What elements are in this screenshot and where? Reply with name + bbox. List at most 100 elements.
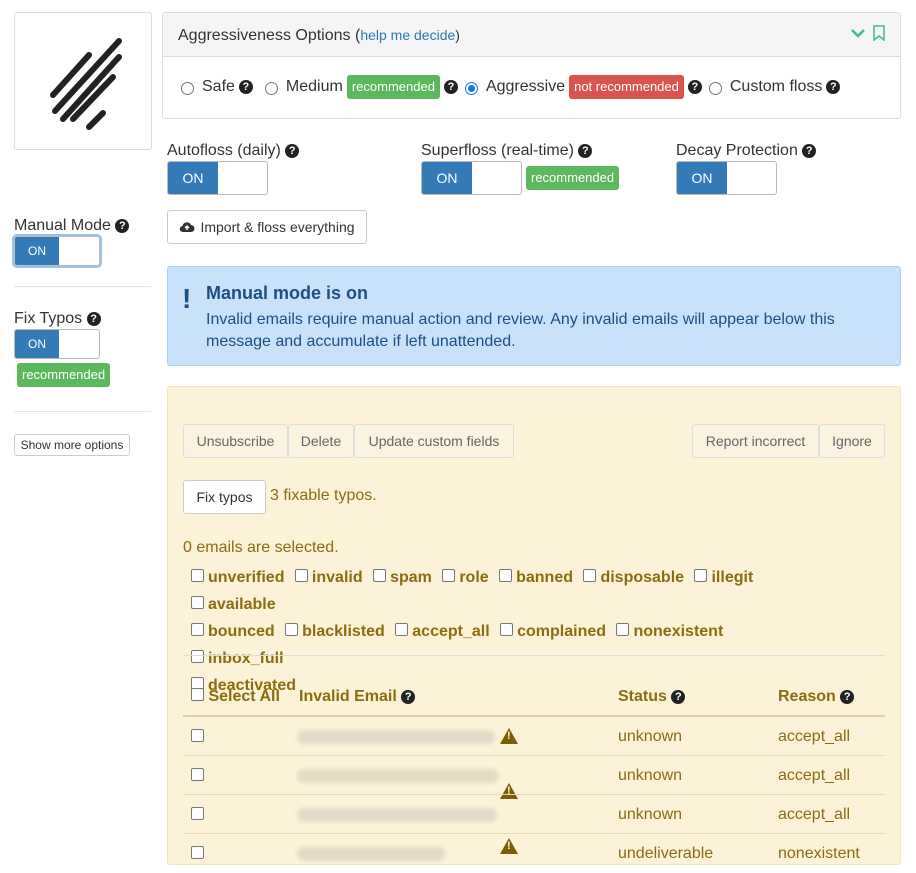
autofloss-label-text: Autofloss (daily) bbox=[167, 142, 281, 159]
select-all[interactable]: Select All bbox=[191, 688, 280, 706]
ignore-button[interactable]: Ignore bbox=[819, 424, 885, 458]
superfloss-label-text: Superfloss (real-time) bbox=[421, 142, 574, 159]
filter-available[interactable]: available bbox=[191, 596, 276, 613]
alert-title: Manual mode is on bbox=[206, 283, 369, 303]
filter-label: spam bbox=[390, 569, 432, 586]
help-icon[interactable]: ? bbox=[687, 80, 702, 94]
select-all-label: Select All bbox=[208, 688, 280, 705]
filter-label: illegit bbox=[711, 569, 754, 586]
show-more-options-button[interactable]: Show more options bbox=[14, 434, 130, 456]
filter-checkbox[interactable] bbox=[191, 596, 204, 610]
help-icon[interactable]: ? bbox=[238, 80, 253, 94]
help-icon[interactable]: ? bbox=[86, 311, 101, 326]
filter-inbox_full[interactable]: inbox_full bbox=[191, 650, 284, 667]
filter-checkbox[interactable] bbox=[500, 623, 514, 637]
filter-label: role bbox=[459, 569, 489, 586]
row-checkbox[interactable] bbox=[191, 729, 204, 742]
help-icon[interactable]: ? bbox=[671, 689, 686, 704]
manual-mode-toggle[interactable]: ON bbox=[14, 236, 100, 266]
select-all-checkbox[interactable] bbox=[191, 688, 204, 702]
recommended-badge: recommended bbox=[526, 166, 620, 190]
filter-checkbox[interactable] bbox=[694, 569, 708, 583]
help-paren-close: ) bbox=[455, 27, 460, 43]
row-checkbox[interactable] bbox=[191, 768, 204, 781]
help-icon[interactable]: ? bbox=[115, 218, 130, 233]
fixable-typos-text: 3 fixable typos. bbox=[270, 487, 377, 504]
filter-checkbox[interactable] bbox=[442, 569, 456, 583]
help-icon[interactable]: ? bbox=[578, 143, 593, 158]
unsubscribe-button[interactable]: Unsubscribe bbox=[183, 424, 288, 458]
filter-checkbox[interactable] bbox=[191, 623, 204, 637]
report-incorrect-button[interactable]: Report incorrect bbox=[692, 424, 819, 458]
sidebar-divider bbox=[14, 286, 151, 287]
help-icon[interactable]: ? bbox=[826, 80, 841, 94]
toggle-on-label: ON bbox=[422, 162, 472, 194]
decay-protection-toggle[interactable]: ON bbox=[676, 161, 777, 195]
filter-banned[interactable]: banned bbox=[499, 569, 573, 586]
manual-mode-label: Manual Mode ? bbox=[14, 217, 130, 235]
option-safe-label: Safe bbox=[202, 78, 235, 95]
filter-label: blacklisted bbox=[302, 623, 385, 640]
redacted-email bbox=[297, 847, 445, 861]
help-icon[interactable]: ? bbox=[802, 143, 817, 158]
row-status: unknown bbox=[618, 806, 683, 823]
filter-blacklisted[interactable]: blacklisted bbox=[285, 623, 385, 640]
radio-custom-floss[interactable] bbox=[708, 81, 722, 95]
radio-safe[interactable] bbox=[181, 81, 194, 95]
app-logo bbox=[14, 12, 152, 150]
manual-mode-label-text: Manual Mode bbox=[14, 217, 111, 234]
help-icon[interactable]: ? bbox=[443, 80, 458, 94]
filter-label: nonexistent bbox=[633, 623, 724, 640]
filter-checkbox[interactable] bbox=[285, 623, 299, 637]
filter-role[interactable]: role bbox=[442, 569, 489, 586]
toggle-on-label: ON bbox=[677, 162, 727, 194]
filter-label: disposable bbox=[600, 569, 685, 586]
fix-typos-toggle[interactable]: ON bbox=[14, 329, 100, 359]
chevron-down-icon[interactable] bbox=[850, 25, 866, 46]
filter-checkbox[interactable] bbox=[191, 569, 204, 583]
filter-checkbox[interactable] bbox=[583, 569, 597, 583]
help-icon[interactable]: ? bbox=[840, 689, 855, 704]
bookmark-icon[interactable] bbox=[872, 25, 886, 46]
filter-checkbox[interactable] bbox=[373, 569, 387, 583]
row-reason: accept_all bbox=[778, 806, 851, 823]
row-checkbox[interactable] bbox=[191, 807, 204, 820]
redacted-email bbox=[297, 769, 499, 783]
manual-mode-alert: ! Manual mode is on Invalid emails requi… bbox=[167, 266, 901, 366]
redacted-email bbox=[297, 730, 495, 744]
filter-unverified[interactable]: unverified bbox=[191, 569, 284, 586]
help-me-decide-link[interactable]: help me decide bbox=[360, 27, 455, 43]
filter-complained[interactable]: complained bbox=[500, 623, 606, 640]
invalid-email-header: Invalid Email ? bbox=[299, 688, 416, 706]
filter-checkbox[interactable] bbox=[294, 569, 308, 583]
import-floss-button[interactable]: Import & floss everything bbox=[167, 210, 367, 244]
filter-label: unverified bbox=[208, 569, 285, 586]
autofloss-toggle[interactable]: ON bbox=[167, 161, 268, 195]
radio-medium[interactable] bbox=[264, 81, 278, 95]
aggressiveness-options: Safe ? Medium recommended ? Aggressive n… bbox=[163, 57, 900, 117]
update-custom-fields-button[interactable]: Update custom fields bbox=[354, 424, 514, 458]
filter-bounced[interactable]: bounced bbox=[191, 623, 275, 640]
filter-accept_all[interactable]: accept_all bbox=[395, 623, 490, 640]
help-icon[interactable]: ? bbox=[401, 689, 416, 704]
superfloss-toggle[interactable]: ON bbox=[421, 161, 522, 195]
row-checkbox[interactable] bbox=[191, 846, 204, 859]
fix-typos-button[interactable]: Fix typos bbox=[183, 480, 266, 514]
row-status: unknown bbox=[618, 728, 683, 745]
filter-checkbox[interactable] bbox=[191, 650, 204, 664]
filter-invalid[interactable]: invalid bbox=[294, 569, 363, 586]
row-status: undeliverable bbox=[618, 845, 714, 862]
filter-checkbox[interactable] bbox=[616, 623, 630, 637]
reason-header: Reason ? bbox=[778, 688, 855, 706]
help-icon[interactable]: ? bbox=[285, 143, 300, 158]
filter-disposable[interactable]: disposable bbox=[583, 569, 684, 586]
fix-typos-label-text: Fix Typos bbox=[14, 310, 83, 327]
filter-nonexistent[interactable]: nonexistent bbox=[616, 623, 723, 640]
filter-illegit[interactable]: illegit bbox=[694, 569, 753, 586]
filter-checkbox[interactable] bbox=[499, 569, 513, 583]
redacted-email bbox=[297, 808, 497, 822]
filter-spam[interactable]: spam bbox=[373, 569, 432, 586]
delete-button[interactable]: Delete bbox=[288, 424, 354, 458]
radio-aggressive[interactable] bbox=[464, 81, 478, 95]
filter-checkbox[interactable] bbox=[395, 623, 409, 637]
